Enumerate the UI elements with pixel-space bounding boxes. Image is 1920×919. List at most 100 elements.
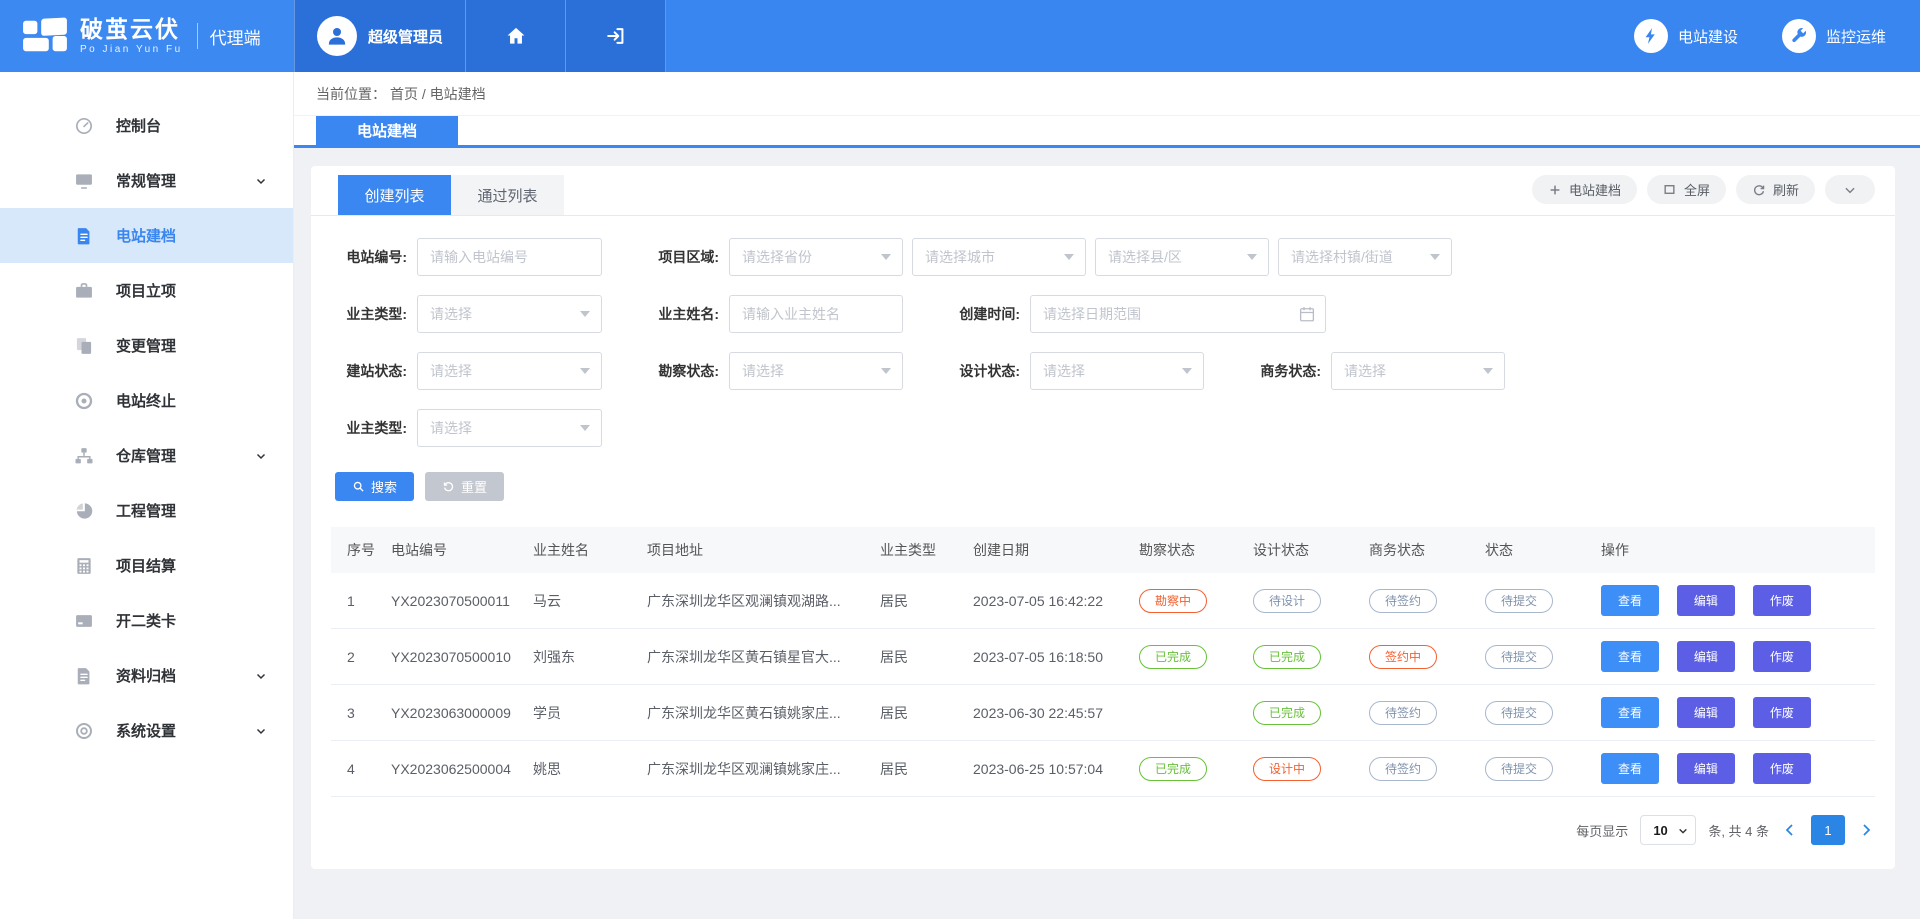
sidebar-item-general-mgmt[interactable]: 常规管理	[0, 153, 293, 208]
sidebar-item-label: 资料归档	[116, 665, 176, 686]
refresh-button[interactable]: 刷新	[1736, 175, 1815, 204]
sidebar-item-project-settlement[interactable]: 项目结算	[0, 538, 293, 593]
edit-button[interactable]: 编辑	[1677, 697, 1735, 728]
col-header-created: 创建日期	[965, 527, 1131, 573]
tab-create-list[interactable]: 创建列表	[338, 175, 451, 215]
edit-button[interactable]: 编辑	[1677, 585, 1735, 616]
county-select[interactable]: 请选择县/区	[1095, 238, 1269, 276]
logout-button[interactable]	[566, 0, 666, 72]
nav-monitor-ops[interactable]: 监控运维	[1782, 19, 1886, 53]
station-no-input[interactable]	[417, 238, 602, 276]
table-row: 4 YX2023062500004 姚思 广东深圳龙华区观澜镇姚家庄... 居民…	[331, 741, 1875, 797]
town-select[interactable]: 请选择村镇/街道	[1278, 238, 1452, 276]
credit-card-icon	[74, 611, 94, 631]
caret-down-icon	[1430, 254, 1440, 260]
field-survey-status: 勘察状态: 请选择	[647, 352, 903, 390]
chevron-down-icon	[255, 450, 267, 462]
sidebar-item-label: 系统设置	[116, 720, 176, 741]
sidebar-item-open-card[interactable]: 开二类卡	[0, 593, 293, 648]
col-header-survey: 勘察状态	[1131, 527, 1245, 573]
page-tab-station-archive[interactable]: 电站建档	[316, 116, 458, 145]
brand-logo-icon	[22, 16, 68, 56]
edit-button[interactable]: 编辑	[1677, 641, 1735, 672]
caret-down-icon	[580, 311, 590, 317]
business-status-select[interactable]: 请选择	[1331, 352, 1505, 390]
form-actions: 搜索 重置	[311, 466, 1895, 501]
view-button[interactable]: 查看	[1601, 697, 1659, 728]
survey-status-select[interactable]: 请选择	[729, 352, 903, 390]
view-button[interactable]: 查看	[1601, 753, 1659, 784]
cell-no: 1	[331, 573, 383, 629]
user-menu[interactable]: 超级管理员	[294, 0, 466, 72]
col-header-status: 状态	[1477, 527, 1593, 573]
field-region: 项目区域: 请选择省份 请选择城市 请选择县/区	[647, 238, 1452, 276]
sidebar-item-warehouse-mgmt[interactable]: 仓库管理	[0, 428, 293, 483]
per-page-select[interactable]: 10	[1640, 815, 1696, 845]
design-status-select[interactable]: 请选择	[1030, 352, 1204, 390]
cell-no: 4	[331, 741, 383, 797]
fullscreen-button[interactable]: 全屏	[1647, 175, 1726, 204]
chevron-down-icon	[255, 725, 267, 737]
col-header-actions: 操作	[1593, 527, 1875, 573]
date-range-picker[interactable]: 请选择日期范围	[1030, 295, 1326, 333]
field-station-no: 电站编号:	[335, 238, 602, 276]
brand-logo-area[interactable]: 破茧云伏 Po Jian Yun Fu 代理端	[0, 0, 294, 72]
sidebar-item-station-terminate[interactable]: 电站终止	[0, 373, 293, 428]
sidebar-item-system-settings[interactable]: 系统设置	[0, 703, 293, 758]
table-row: 3 YX2023063000009 学员 广东深圳龙华区黄石镇姚家庄... 居民…	[331, 685, 1875, 741]
city-select[interactable]: 请选择城市	[912, 238, 1086, 276]
content-area: 创建列表 通过列表 电站建档	[294, 148, 1920, 919]
station-no-label: 电站编号:	[335, 247, 407, 267]
province-select[interactable]: 请选择省份	[729, 238, 903, 276]
search-button[interactable]: 搜索	[335, 472, 414, 501]
home-button[interactable]	[466, 0, 566, 72]
owner-type-select[interactable]: 请选择	[417, 295, 602, 333]
top-header: 破茧云伏 Po Jian Yun Fu 代理端 超级管理员	[0, 0, 1920, 72]
sidebar-item-label: 变更管理	[116, 335, 176, 356]
gear-icon	[74, 721, 94, 741]
sidebar-item-change-mgmt[interactable]: 变更管理	[0, 318, 293, 373]
owner-type2-select[interactable]: 请选择	[417, 409, 602, 447]
prev-page-button[interactable]	[1781, 821, 1799, 839]
monitor-icon	[74, 171, 94, 191]
sidebar-item-project-initiation[interactable]: 项目立项	[0, 263, 293, 318]
nav-station-build[interactable]: 电站建设	[1634, 19, 1738, 53]
void-button[interactable]: 作废	[1753, 641, 1811, 672]
filter-row-3: 建站状态: 请选择 勘察状态: 请选择	[335, 352, 1895, 390]
breadcrumb-path: 首页 / 电站建档	[390, 84, 486, 104]
owner-name-input[interactable]	[729, 295, 903, 333]
refresh-label: 刷新	[1773, 180, 1799, 199]
avatar	[317, 16, 357, 56]
brand-side-label: 代理端	[210, 24, 261, 49]
owner-name-label: 业主姓名:	[647, 304, 719, 324]
sidebar-item-station-archive[interactable]: 电站建档	[0, 208, 293, 263]
next-page-button[interactable]	[1857, 821, 1875, 839]
sidebar-item-label: 电站终止	[116, 390, 176, 411]
view-button[interactable]: 查看	[1601, 641, 1659, 672]
survey-status-pill: 勘察中	[1139, 589, 1207, 613]
cell-owner: 刘强东	[525, 629, 639, 685]
logout-icon	[605, 25, 627, 47]
page-number-1[interactable]: 1	[1811, 815, 1845, 845]
sidebar-item-data-archive[interactable]: 资料归档	[0, 648, 293, 703]
toolbar: 电站建档 全屏	[1532, 175, 1895, 204]
tab-passed-list[interactable]: 通过列表	[451, 175, 564, 215]
edit-button[interactable]: 编辑	[1677, 753, 1735, 784]
sidebar-item-dashboard[interactable]: 控制台	[0, 98, 293, 153]
sidebar-item-engineering-mgmt[interactable]: 工程管理	[0, 483, 293, 538]
void-button[interactable]: 作废	[1753, 697, 1811, 728]
collapse-toolbar-button[interactable]	[1825, 175, 1875, 204]
void-button[interactable]: 作废	[1753, 585, 1811, 616]
reset-button[interactable]: 重置	[425, 472, 504, 501]
search-label: 搜索	[371, 477, 397, 496]
status-pill: 待提交	[1485, 645, 1553, 669]
cell-owner: 姚思	[525, 741, 639, 797]
create-station-button[interactable]: 电站建档	[1532, 175, 1637, 204]
build-status-select[interactable]: 请选择	[417, 352, 602, 390]
fullscreen-icon	[1663, 183, 1677, 197]
per-page-value: 10	[1653, 823, 1667, 838]
survey-status-label: 勘察状态:	[647, 361, 719, 381]
owner-type-placeholder: 请选择	[430, 304, 472, 324]
void-button[interactable]: 作废	[1753, 753, 1811, 784]
view-button[interactable]: 查看	[1601, 585, 1659, 616]
